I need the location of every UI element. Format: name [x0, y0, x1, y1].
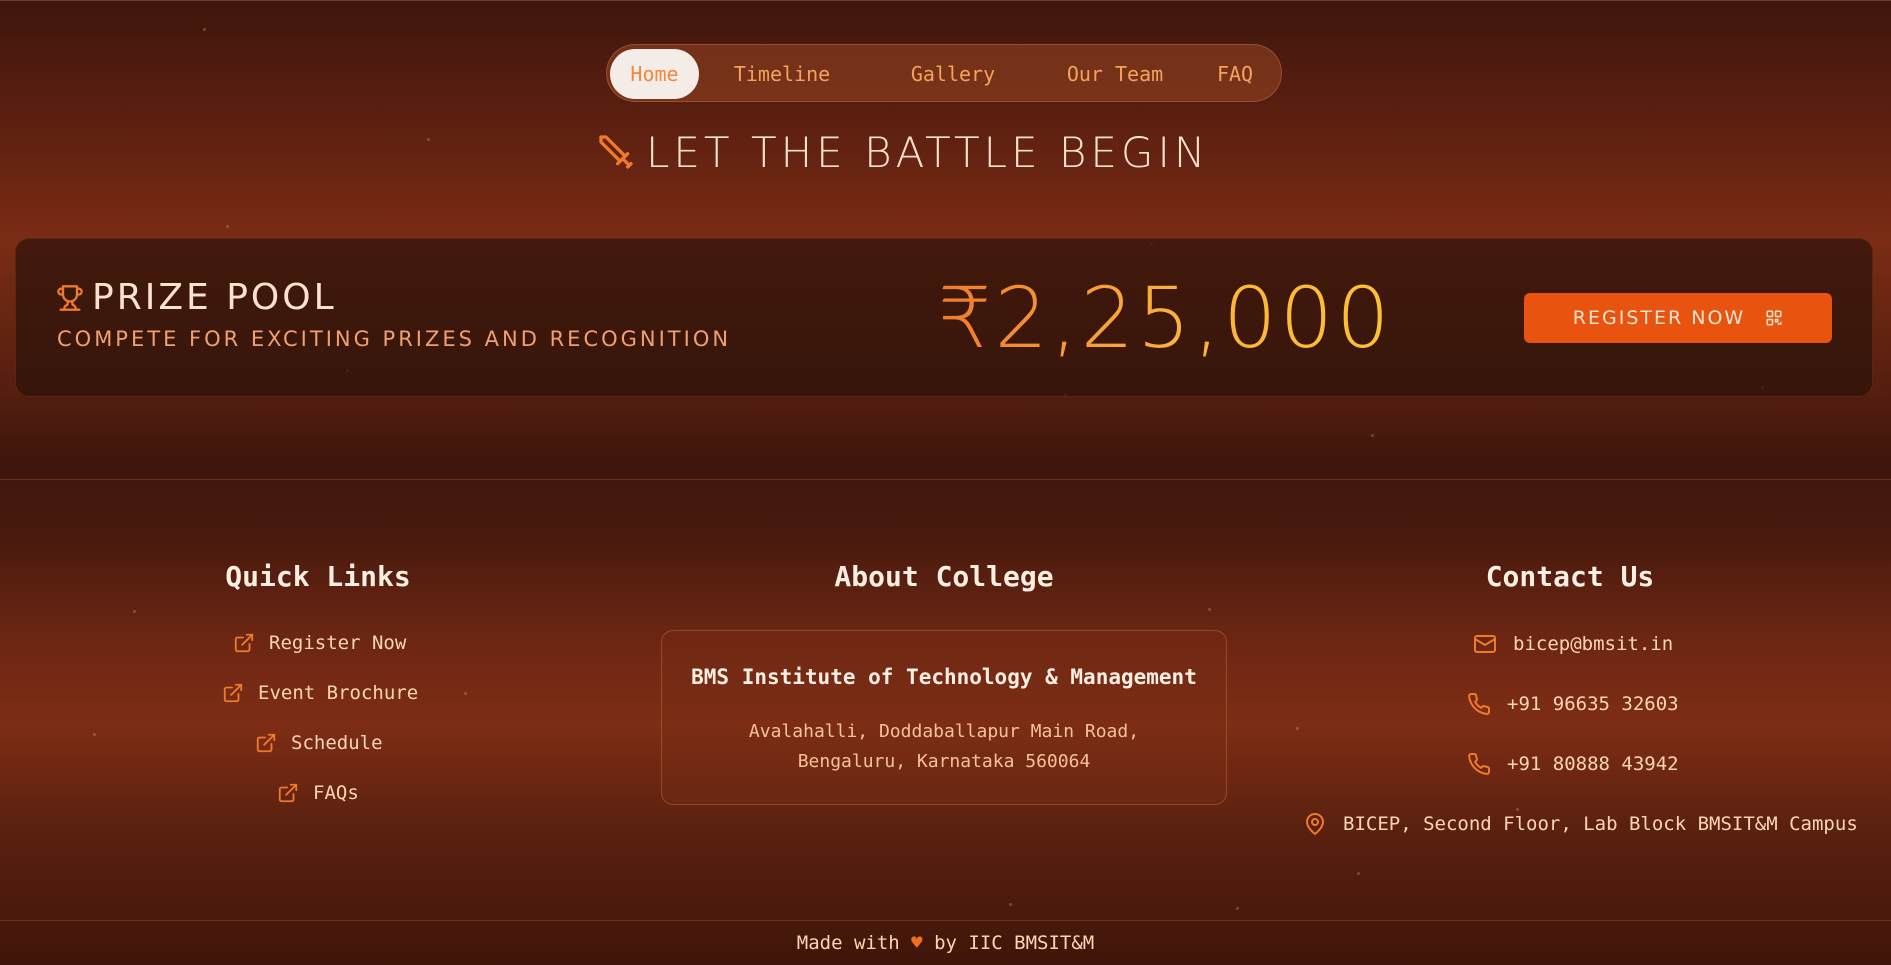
made-suffix: by IIC BMSIT&M [934, 932, 1095, 954]
college-name: BMS Institute of Technology & Management [691, 665, 1197, 689]
contact-phone-2[interactable]: +91 80888 43942 [1467, 752, 1679, 776]
quick-link-label: FAQs [313, 782, 359, 804]
quick-link-register-now[interactable]: Register Now [233, 632, 406, 654]
external-link-icon [278, 783, 298, 803]
college-address: Avalahalli, Doddaballapur Main Road, Ben… [662, 717, 1226, 777]
prize-title: PRIZE POOL [92, 277, 337, 318]
mail-icon [1474, 635, 1496, 653]
prize-amount: ₹2,25,000 [938, 269, 1393, 367]
particle-dot [464, 692, 467, 695]
external-link-icon [256, 733, 276, 753]
main-nav: Home Timeline Gallery Our Team FAQ [606, 44, 1282, 102]
external-link-icon [223, 683, 243, 703]
about-college-title: About College [834, 560, 1054, 593]
quick-links-title: Quick Links [225, 560, 411, 593]
phone-icon [1468, 753, 1491, 775]
top-border [0, 0, 1891, 1]
heart-icon: ♥ [911, 932, 923, 954]
contact-email-text: bicep@bmsit.in [1513, 633, 1674, 655]
section-divider [0, 479, 1891, 480]
contact-phone-1[interactable]: +91 96635 32603 [1467, 692, 1679, 716]
made-prefix: Made with [796, 932, 900, 954]
address-line: Avalahalli, Doddaballapur Main Road, [748, 721, 1140, 742]
about-college-card: BMS Institute of Technology & Management… [661, 630, 1227, 805]
phone-icon [1468, 693, 1491, 715]
footer-divider [0, 920, 1891, 921]
address-line: Bengaluru, Karnataka 560064 [797, 751, 1091, 772]
particle-dot [1236, 907, 1239, 910]
quick-link-faqs[interactable]: FAQs [277, 782, 359, 804]
nav-item-gallery[interactable]: Gallery [903, 49, 1003, 99]
nav-item-our-team[interactable]: Our Team [1057, 49, 1173, 99]
hero-title: LET THE BATTLE BEGIN [646, 127, 1210, 177]
prize-header: PRIZE POOL [56, 277, 337, 318]
trophy-icon [57, 284, 83, 311]
contact-location-text: BICEP, Second Floor, Lab Block BMSIT&M C… [1343, 813, 1858, 835]
sword-icon [599, 135, 633, 169]
contact-phone-text: +91 96635 32603 [1507, 693, 1679, 715]
contact-location: BICEP, Second Floor, Lab Block BMSIT&M C… [1303, 812, 1858, 836]
particle-dot [1296, 727, 1299, 730]
qr-code-icon [1766, 310, 1782, 326]
particle-dot [1208, 608, 1211, 611]
quick-link-label: Schedule [291, 732, 383, 754]
contact-email[interactable]: bicep@bmsit.in [1473, 632, 1673, 656]
nav-item-home[interactable]: Home [610, 49, 699, 99]
particle-dot [226, 225, 229, 228]
nav-item-timeline[interactable]: Timeline [725, 49, 839, 99]
prize-subtitle: COMPETE FOR EXCITING PRIZES AND RECOGNIT… [57, 327, 732, 351]
register-now-label: REGISTER NOW [1572, 307, 1746, 329]
particle-dot [1371, 434, 1374, 437]
quick-link-schedule[interactable]: Schedule [255, 732, 383, 754]
made-with-credit: Made with ♥ by IIC BMSIT&M [0, 932, 1891, 954]
particle-dot [1516, 808, 1519, 811]
contact-us-title: Contact Us [1485, 560, 1655, 593]
quick-link-event-brochure[interactable]: Event Brochure [222, 682, 418, 704]
quick-link-label: Event Brochure [258, 682, 419, 704]
particle-dot [203, 28, 206, 31]
prize-pool-card: PRIZE POOL COMPETE FOR EXCITING PRIZES A… [15, 238, 1873, 397]
particle-dot [93, 733, 96, 736]
particle-dot [1357, 872, 1360, 875]
register-now-button[interactable]: REGISTER NOW [1524, 293, 1832, 343]
contact-phone-text: +91 80888 43942 [1507, 753, 1679, 775]
hero-heading: LET THE BATTLE BEGIN [596, 127, 1210, 177]
particle-dot [427, 138, 430, 141]
particle-dot [133, 610, 136, 613]
map-pin-icon [1306, 813, 1324, 835]
quick-link-label: Register Now [269, 632, 407, 654]
external-link-icon [234, 633, 254, 653]
nav-item-faq[interactable]: FAQ [1207, 49, 1263, 99]
particle-dot [1009, 903, 1012, 906]
